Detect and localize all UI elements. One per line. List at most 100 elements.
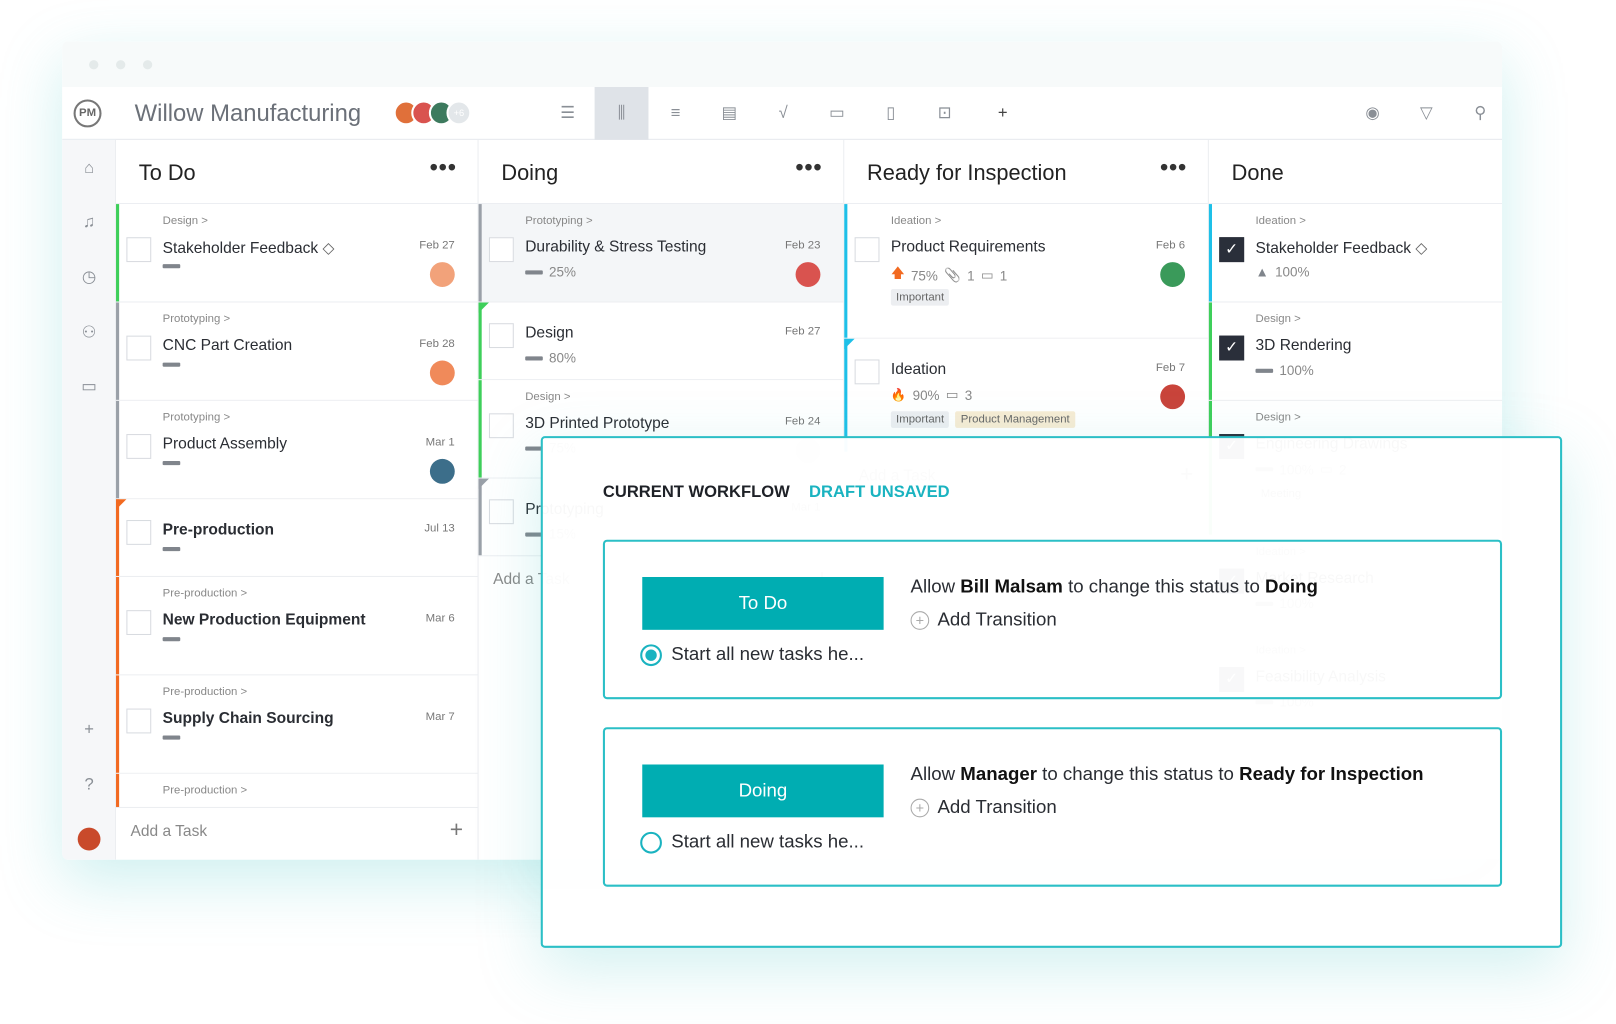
files-icon[interactable]: ▯: [864, 87, 918, 140]
task-title[interactable]: 3D Printed Prototype: [525, 414, 669, 432]
task-category[interactable]: Design >: [525, 391, 570, 403]
task-title[interactable]: Supply Chain Sourcing: [163, 710, 334, 728]
task-category[interactable]: Design >: [163, 214, 208, 226]
task-title[interactable]: Stakeholder Feedback ◇: [1256, 238, 1428, 257]
task-checkbox[interactable]: [488, 413, 514, 439]
home-icon[interactable]: ⌂: [78, 157, 101, 180]
task-category[interactable]: Ideation >: [1256, 214, 1306, 226]
task-title[interactable]: Pre-production: [163, 521, 274, 539]
column-menu-button[interactable]: •••: [430, 154, 457, 181]
add-transition-button[interactable]: + Add Transition: [910, 609, 1057, 631]
board-icon[interactable]: ⫼: [594, 87, 649, 140]
eye-icon[interactable]: ◉: [1346, 87, 1400, 140]
window-dot[interactable]: [142, 60, 153, 70]
search-icon[interactable]: ⚲: [1453, 87, 1502, 140]
task-category[interactable]: Pre-production >: [163, 784, 248, 796]
task-card[interactable]: Design > Stakeholder Feedback ◇ Feb 27: [116, 204, 478, 303]
task-checkbox[interactable]: [488, 237, 514, 263]
task-category[interactable]: Pre-production >: [163, 686, 248, 698]
task-tag[interactable]: Important: [890, 411, 950, 428]
user-avatar[interactable]: [77, 827, 101, 851]
task-checkbox[interactable]: [488, 499, 514, 525]
status-button[interactable]: To Do: [642, 576, 884, 630]
window-dot[interactable]: [89, 60, 99, 70]
pm-logo[interactable]: PM: [73, 99, 102, 128]
start-tasks-label[interactable]: Start all new tasks he...: [671, 831, 864, 853]
timeline-icon[interactable]: ⊡: [918, 87, 972, 140]
task-checkbox[interactable]: ✓: [1219, 237, 1245, 263]
rule-target-status[interactable]: Doing: [1265, 576, 1318, 597]
task-category[interactable]: Design >: [1256, 313, 1301, 325]
task-title[interactable]: Product Requirements: [891, 238, 1046, 256]
task-checkbox[interactable]: [126, 610, 152, 636]
assignee-avatar[interactable]: [1160, 384, 1186, 410]
task-title[interactable]: 3D Rendering: [1256, 337, 1352, 355]
task-category[interactable]: Design >: [1256, 411, 1301, 423]
notification-bell-icon[interactable]: ♫: [78, 211, 101, 234]
task-tag[interactable]: Important: [890, 289, 950, 306]
column-menu-button[interactable]: •••: [795, 154, 822, 181]
rule-assignee[interactable]: Bill Malsam: [960, 576, 1063, 597]
start-tasks-radio[interactable]: [640, 644, 662, 667]
task-checkbox[interactable]: ✓: [1219, 335, 1245, 361]
task-category[interactable]: Prototyping >: [525, 214, 592, 226]
dashboard-icon[interactable]: √: [756, 87, 810, 140]
task-card[interactable]: Prototyping > CNC Part Creation Feb 28: [116, 302, 478, 401]
people-icon[interactable]: ⚇: [78, 322, 101, 345]
task-title[interactable]: Design: [525, 324, 573, 342]
calendar-icon[interactable]: ▭: [810, 87, 864, 140]
filter-icon[interactable]: ▽: [1400, 87, 1454, 140]
assignee-avatar[interactable]: [429, 262, 455, 287]
task-card[interactable]: Pre-production >: [116, 773, 478, 809]
clock-icon[interactable]: ◷: [78, 266, 101, 289]
task-checkbox[interactable]: [126, 335, 152, 361]
task-card[interactable]: Design Feb 27 80%: [478, 302, 844, 381]
task-category[interactable]: Ideation >: [891, 214, 941, 226]
task-title[interactable]: Product Assembly: [163, 435, 287, 453]
assignee-avatar[interactable]: [429, 360, 455, 386]
add-task-plus-icon[interactable]: +: [450, 816, 463, 843]
assignee-avatar[interactable]: [795, 262, 821, 287]
task-category[interactable]: Pre-production >: [163, 587, 248, 599]
window-dot[interactable]: [116, 60, 126, 70]
task-checkbox[interactable]: [488, 323, 514, 349]
task-checkbox[interactable]: [126, 237, 152, 263]
list-icon[interactable]: ☰: [541, 87, 595, 140]
task-checkbox[interactable]: [126, 520, 152, 545]
task-title[interactable]: New Production Equipment: [163, 611, 366, 629]
add-task-label[interactable]: Add a Task: [131, 823, 208, 841]
task-card[interactable]: Pre-production > Supply Chain Sourcing Mar…: [116, 675, 478, 774]
avatar-overflow-count[interactable]: +6: [446, 100, 472, 126]
column-menu-button[interactable]: •••: [1160, 154, 1187, 181]
task-title[interactable]: Durability & Stress Testing: [525, 238, 706, 256]
start-tasks-label[interactable]: Start all new tasks he...: [671, 643, 864, 665]
briefcase-icon[interactable]: ▭: [78, 376, 101, 399]
start-tasks-radio[interactable]: [640, 831, 662, 854]
task-checkbox[interactable]: [854, 359, 880, 385]
task-title[interactable]: Ideation: [891, 360, 946, 378]
add-task-row[interactable]: Add a Task +: [116, 808, 478, 858]
task-card[interactable]: Design > ✓ 3D Rendering 100%: [1208, 302, 1503, 401]
add-view-icon[interactable]: +: [976, 87, 1030, 140]
assignee-avatar[interactable]: [429, 458, 455, 484]
task-card[interactable]: Prototyping > Durability & Stress Testing…: [478, 204, 844, 303]
task-card[interactable]: Pre-production > New Production Equipment…: [116, 576, 478, 676]
gantt-icon[interactable]: ≡: [648, 87, 702, 140]
sheet-icon[interactable]: ▤: [702, 87, 756, 140]
status-button[interactable]: Doing: [642, 764, 884, 818]
task-checkbox[interactable]: [126, 708, 152, 734]
task-title[interactable]: Stakeholder Feedback ◇: [163, 238, 335, 257]
add-transition-button[interactable]: + Add Transition: [910, 797, 1057, 819]
task-checkbox[interactable]: [854, 237, 880, 263]
plus-icon[interactable]: +: [78, 719, 101, 742]
task-title[interactable]: CNC Part Creation: [163, 337, 293, 355]
task-category[interactable]: Prototyping >: [163, 313, 230, 325]
task-card[interactable]: Ideation > Product Requirements Feb 6 🡅 75% 📎…: [844, 204, 1208, 339]
task-card[interactable]: Ideation > ✓ Stakeholder Feedback ◇ ▲ 100%: [1208, 204, 1503, 303]
task-category[interactable]: Prototyping >: [163, 411, 230, 423]
assignee-avatar[interactable]: [1160, 262, 1186, 287]
task-card[interactable]: Prototyping > Product Assembly Mar 1: [116, 400, 478, 500]
task-card[interactable]: Pre-production Jul 13: [116, 499, 478, 577]
task-tag[interactable]: Product Management: [955, 411, 1075, 428]
rule-assignee[interactable]: Manager: [960, 763, 1037, 784]
